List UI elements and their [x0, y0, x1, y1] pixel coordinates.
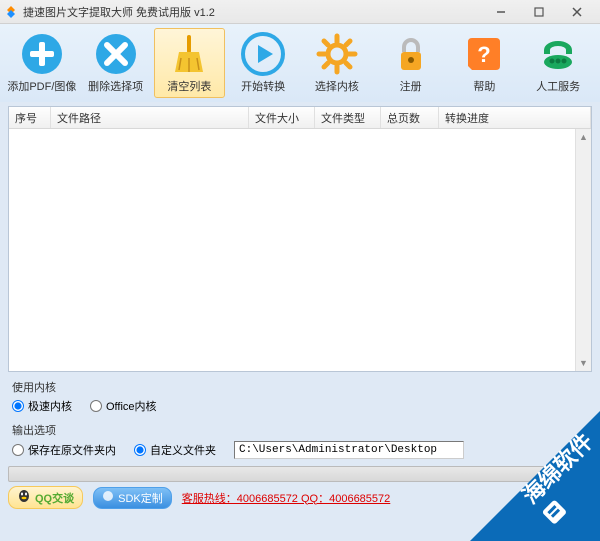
hotline-text[interactable]: 客服热线：4006685572 QQ：4006685572	[182, 490, 391, 506]
scroll-down-icon[interactable]: ▼	[576, 355, 591, 371]
bottom-bar: QQ交谈 SDK定制 客服热线：4006685572 QQ：4006685572	[8, 486, 592, 509]
minimize-button[interactable]	[482, 2, 520, 22]
delete-icon	[94, 32, 138, 76]
kernel-section-title: 使用内核	[12, 379, 588, 395]
plus-icon	[20, 32, 64, 76]
output-custom-folder-radio[interactable]: 自定义文件夹	[134, 442, 216, 458]
lock-icon	[389, 32, 433, 76]
col-path[interactable]: 文件路径	[51, 107, 249, 128]
col-progress[interactable]: 转换进度	[439, 107, 591, 128]
col-seq[interactable]: 序号	[9, 107, 51, 128]
qq-chat-button[interactable]: QQ交谈	[8, 486, 83, 509]
play-icon	[241, 32, 285, 76]
gear-icon	[315, 32, 359, 76]
maximize-button[interactable]	[520, 2, 558, 22]
broom-icon	[167, 32, 211, 76]
app-icon	[4, 5, 18, 19]
window-title: 捷速图片文字提取大师 免费试用版 v1.2	[23, 4, 215, 20]
kernel-office-radio[interactable]: Office内核	[90, 398, 157, 414]
scroll-up-icon[interactable]: ▲	[576, 129, 591, 145]
col-pages[interactable]: 总页数	[381, 107, 439, 128]
customer-service-button[interactable]: 人工服务	[522, 28, 594, 98]
add-file-button[interactable]: 添加PDF/图像	[6, 28, 78, 98]
col-size[interactable]: 文件大小	[249, 107, 315, 128]
list-body[interactable]: ▲ ▼	[9, 129, 591, 371]
kernel-fast-radio[interactable]: 极速内核	[12, 398, 72, 414]
register-button[interactable]: 注册	[375, 28, 447, 98]
output-path-input[interactable]	[234, 441, 464, 459]
output-section-title: 输出选项	[12, 422, 588, 438]
delete-selected-button[interactable]: 删除选择项	[80, 28, 152, 98]
output-same-folder-radio[interactable]: 保存在原文件夹内	[12, 442, 116, 458]
kernel-section: 使用内核 极速内核 Office内核	[8, 376, 592, 417]
sdk-button[interactable]: SDK定制	[93, 487, 172, 509]
start-convert-button[interactable]: 开始转换	[227, 28, 299, 98]
col-type[interactable]: 文件类型	[315, 107, 381, 128]
sdk-icon	[102, 490, 114, 505]
select-kernel-button[interactable]: 选择内核	[301, 28, 373, 98]
close-button[interactable]	[558, 2, 596, 22]
progress-bar	[8, 466, 592, 482]
output-section: 输出选项 保存在原文件夹内 自定义文件夹	[8, 419, 592, 462]
qq-icon	[17, 489, 31, 506]
titlebar: 捷速图片文字提取大师 免费试用版 v1.2	[0, 0, 600, 24]
list-header: 序号 文件路径 文件大小 文件类型 总页数 转换进度	[9, 107, 591, 129]
file-list: 序号 文件路径 文件大小 文件类型 总页数 转换进度 ▲ ▼	[8, 106, 592, 372]
phone-icon	[536, 32, 580, 76]
help-icon: ?	[462, 32, 506, 76]
svg-text:?: ?	[478, 42, 491, 67]
toolbar: 添加PDF/图像 删除选择项 清空列表 开始转换 选择内核 注册 ? 帮助	[0, 24, 600, 102]
vertical-scrollbar[interactable]: ▲ ▼	[575, 129, 591, 371]
help-button[interactable]: ? 帮助	[449, 28, 521, 98]
clear-list-button[interactable]: 清空列表	[154, 28, 226, 98]
